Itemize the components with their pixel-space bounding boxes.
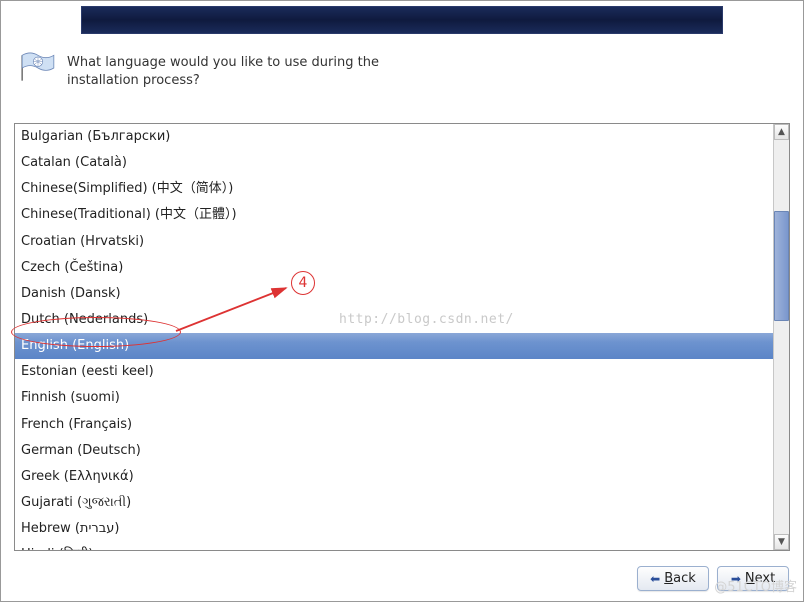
- list-item[interactable]: Chinese(Traditional) (中文（正體）): [15, 202, 773, 228]
- next-button-label: Next: [745, 571, 775, 586]
- arrow-left-icon: ⬅: [650, 573, 660, 585]
- language-list[interactable]: Bulgarian (Български)Catalan (Català)Chi…: [15, 124, 773, 550]
- next-button[interactable]: ➡ Next: [717, 566, 789, 591]
- scroll-up-button[interactable]: ▲: [774, 124, 789, 140]
- prompt-text: What language would you like to use duri…: [67, 52, 379, 90]
- list-item[interactable]: Gujarati (ગુજરાતી): [15, 490, 773, 516]
- list-item[interactable]: Bulgarian (Български): [15, 124, 773, 150]
- header-banner: [81, 6, 723, 34]
- scroll-thumb[interactable]: [774, 211, 789, 321]
- back-button[interactable]: ⬅ Back: [637, 566, 709, 591]
- prompt-row: What language would you like to use duri…: [19, 52, 785, 90]
- list-item[interactable]: Chinese(Simplified) (中文（简体）): [15, 176, 773, 202]
- list-item[interactable]: Finnish (suomi): [15, 385, 773, 411]
- list-item[interactable]: Czech (Čeština): [15, 255, 773, 281]
- list-item[interactable]: English (English): [15, 333, 773, 359]
- prompt-line-1: What language would you like to use duri…: [67, 55, 379, 70]
- language-flag-icon: [19, 52, 57, 84]
- button-row: ⬅ Back ➡ Next: [637, 566, 789, 591]
- list-item[interactable]: German (Deutsch): [15, 438, 773, 464]
- language-list-container: Bulgarian (Български)Catalan (Català)Chi…: [14, 123, 790, 551]
- scroll-down-button[interactable]: ▼: [774, 534, 789, 550]
- back-button-label: Back: [664, 571, 696, 586]
- prompt-line-2: installation process?: [67, 73, 200, 88]
- list-item[interactable]: French (Français): [15, 412, 773, 438]
- list-item[interactable]: Estonian (eesti keel): [15, 359, 773, 385]
- list-item[interactable]: Hebrew (עברית): [15, 516, 773, 542]
- arrow-right-icon: ➡: [731, 573, 741, 585]
- list-item[interactable]: Catalan (Català): [15, 150, 773, 176]
- scroll-track[interactable]: [774, 140, 789, 534]
- scrollbar: ▲ ▼: [773, 124, 789, 550]
- list-item[interactable]: Greek (Ελληνικά): [15, 464, 773, 490]
- list-item[interactable]: Croatian (Hrvatski): [15, 229, 773, 255]
- list-item[interactable]: Hindi (हिन्दी): [15, 542, 773, 550]
- list-item[interactable]: Dutch (Nederlands): [15, 307, 773, 333]
- list-item[interactable]: Danish (Dansk): [15, 281, 773, 307]
